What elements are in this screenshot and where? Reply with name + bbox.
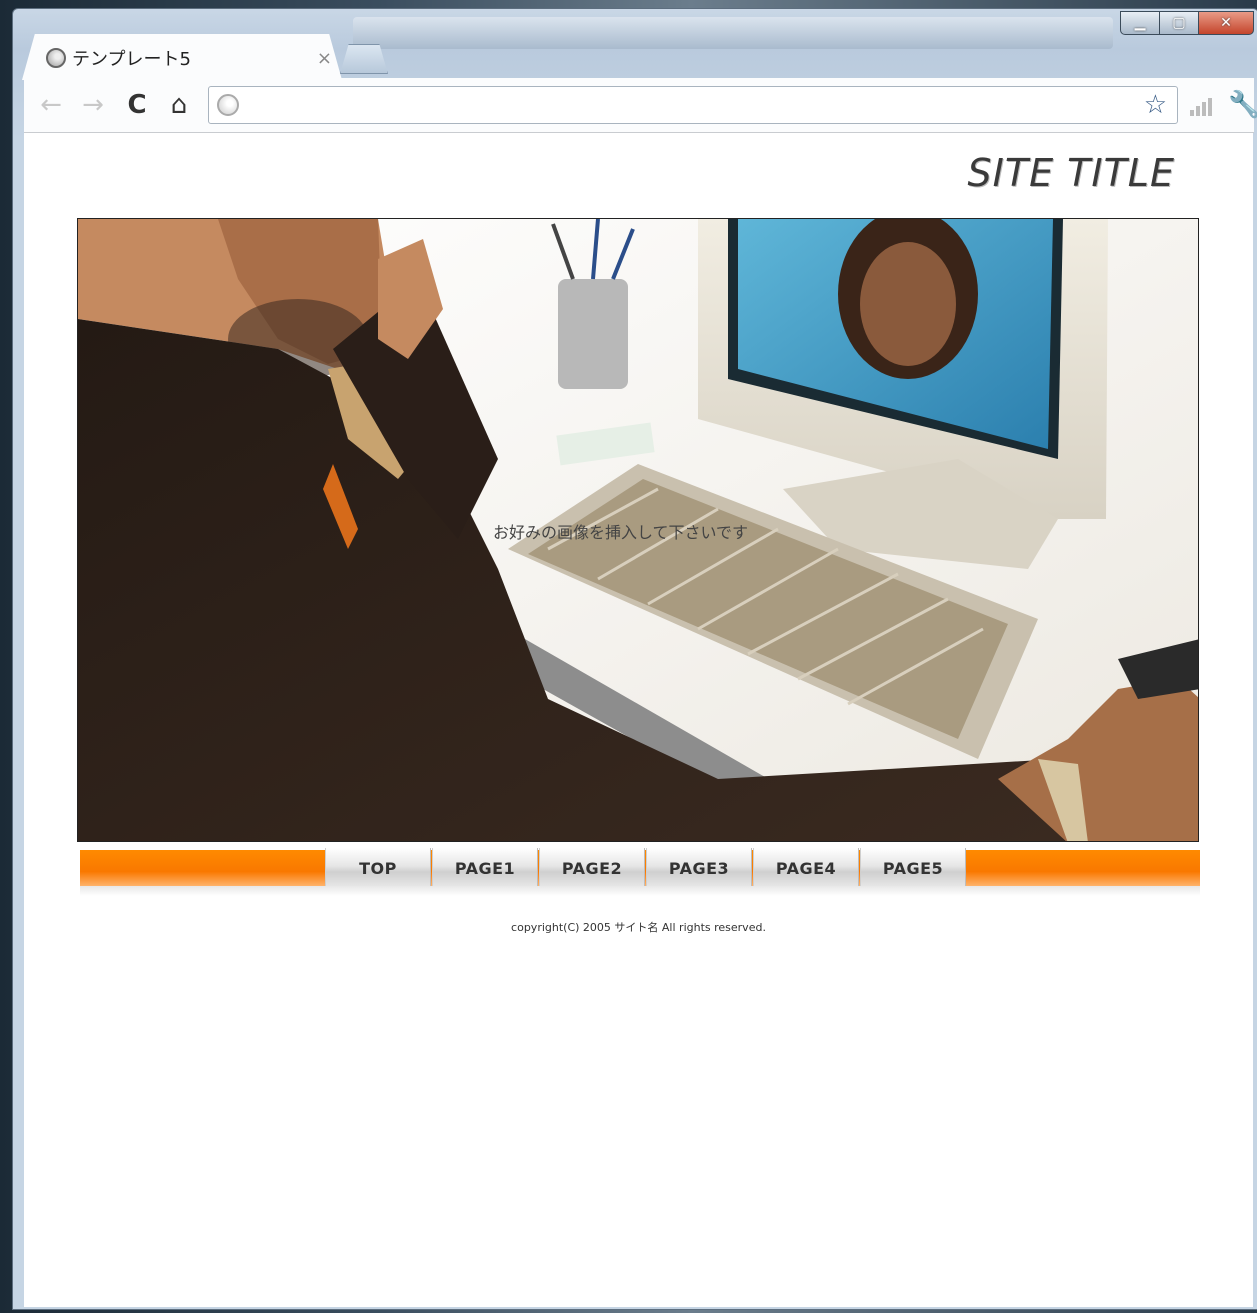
minimize-button[interactable]: ▁	[1120, 11, 1160, 35]
navbar-shadow	[80, 886, 1200, 896]
window-controls: ▁ ▢ ✕	[1120, 11, 1254, 39]
browser-toolbar: ← → C ⌂ ☆ 🔧	[24, 78, 1257, 133]
main-navigation: TOP PAGE1 PAGE2 PAGE3 PAGE4 PAGE5	[80, 848, 1200, 888]
nav-items: TOP PAGE1 PAGE2 PAGE3 PAGE4 PAGE5	[325, 848, 967, 888]
page-viewport: SITE TITLE お好みの画像を挿入して下さいです TOP PAGE1 PA…	[24, 133, 1253, 1307]
hero-caption: お好みの画像を挿入して下さいです	[493, 523, 749, 542]
hero-image: お好みの画像を挿入して下さいです	[77, 218, 1199, 842]
maximize-button[interactable]: ▢	[1159, 11, 1199, 35]
nav-page2[interactable]: PAGE2	[539, 848, 645, 888]
star-icon[interactable]: ☆	[1144, 90, 1167, 120]
maximize-icon: ▢	[1172, 15, 1186, 31]
url-input[interactable]	[249, 91, 1113, 121]
minimize-icon: ▁	[1134, 15, 1146, 31]
signal-bar	[1190, 110, 1194, 116]
left-arrow-icon: ←	[40, 90, 62, 120]
reload-icon: C	[127, 90, 147, 120]
forward-button[interactable]: →	[78, 90, 108, 120]
close-icon: ✕	[1220, 15, 1232, 31]
footer-copyright: copyright(C) 2005 サイト名 All rights reserv…	[511, 921, 766, 934]
tab-title: テンプレート5	[72, 49, 191, 70]
globe-icon	[46, 48, 66, 68]
nav-page3[interactable]: PAGE3	[646, 848, 752, 888]
home-icon: ⌂	[170, 90, 188, 120]
page-globe-icon	[217, 94, 239, 116]
nav-page5[interactable]: PAGE5	[860, 848, 966, 888]
signal-bar	[1208, 98, 1212, 116]
nav-page1[interactable]: PAGE1	[432, 848, 538, 888]
tab-close-button[interactable]: ×	[317, 48, 332, 69]
site-title: SITE TITLE	[967, 151, 1175, 195]
home-button[interactable]: ⌂	[164, 90, 194, 120]
signal-bars-icon[interactable]	[1190, 98, 1212, 116]
signal-bar	[1202, 102, 1206, 116]
title-bar-glass	[353, 17, 1113, 49]
close-window-button[interactable]: ✕	[1198, 11, 1254, 35]
nav-top[interactable]: TOP	[325, 848, 431, 888]
back-button[interactable]: ←	[36, 90, 66, 120]
signal-bar	[1196, 106, 1200, 116]
tab-content[interactable]: テンプレート5 ×	[46, 38, 336, 78]
address-bar[interactable]: ☆	[208, 86, 1178, 124]
nav-page4[interactable]: PAGE4	[753, 848, 859, 888]
right-arrow-icon: →	[82, 90, 104, 120]
reload-button[interactable]: C	[122, 90, 152, 120]
wrench-icon[interactable]: 🔧	[1228, 90, 1257, 120]
